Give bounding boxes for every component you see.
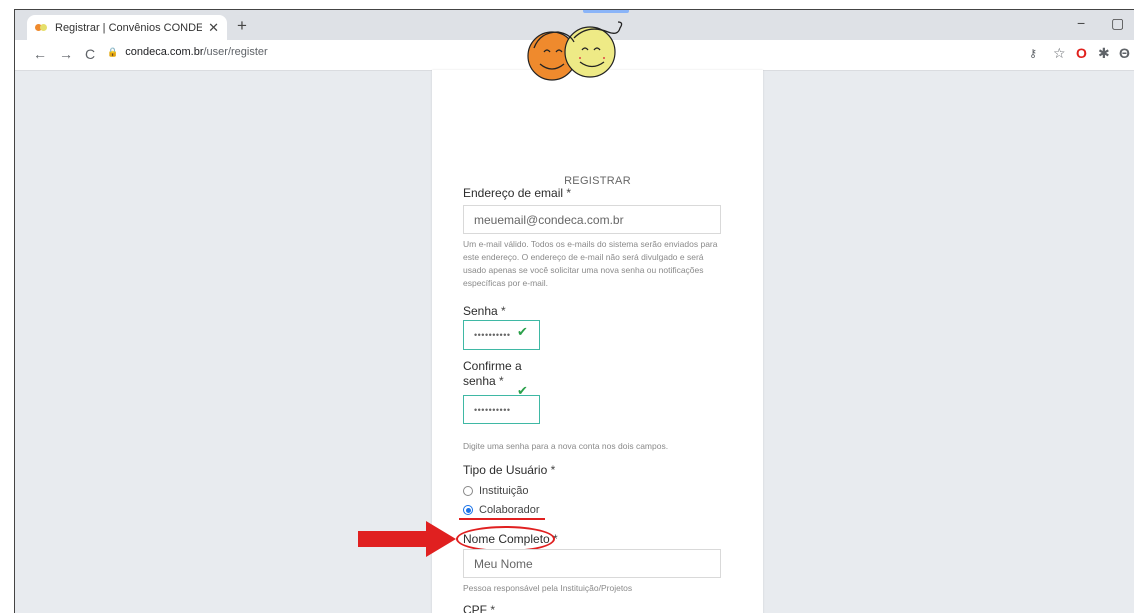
lock-icon: 🔒 (107, 46, 119, 57)
reload-icon[interactable]: C (85, 46, 95, 62)
radio-instituicao-button[interactable] (463, 486, 473, 496)
confirm-help-text: Digite uma senha para a nova conta nos d… (463, 441, 669, 451)
tab-search-indicator (583, 10, 629, 13)
condeca-favicon-icon (35, 23, 49, 33)
radio-colaborador-button[interactable] (463, 505, 473, 515)
email-help-text: Um e-mail válido. Todos os e-mails do si… (463, 239, 718, 288)
new-tab-button[interactable]: + (237, 17, 247, 35)
password-label: Senha * (463, 304, 506, 318)
password-valid-check-icon: ✔ (517, 324, 528, 339)
confirm-password-field[interactable]: •••••••••• (463, 395, 540, 424)
maximize-button[interactable]: ▢ (1111, 15, 1124, 32)
address-bar[interactable]: 🔒 condeca.com.br /user/register (107, 46, 268, 58)
password-field[interactable]: •••••••••• (463, 320, 540, 350)
back-arrow-icon[interactable]: ← (33, 46, 47, 62)
tab-close-icon[interactable]: ✕ (208, 20, 219, 36)
radio-instituicao-label: Instituição (479, 485, 529, 497)
email-field[interactable]: meuemail@condeca.com.br (463, 205, 721, 234)
cpf-label: CPF * (463, 603, 496, 613)
opera-extension-icon[interactable]: O (1076, 45, 1087, 61)
key-icon[interactable]: ⚷ (1029, 47, 1037, 60)
star-icon[interactable]: ☆ (1053, 45, 1066, 62)
confirm-password-label: Confirme a senha * (463, 359, 522, 388)
url-host: condeca.com.br (125, 46, 204, 58)
radio-colaborador-label: Colaborador (479, 504, 540, 516)
full-name-field[interactable]: Meu Nome (463, 549, 721, 578)
extensions-puzzle-icon[interactable]: ✱ (1098, 45, 1110, 62)
confirm-password-value: •••••••••• (474, 404, 511, 415)
full-name-help-text: Pessoa responsável pela Instituição/Proj… (463, 583, 633, 593)
password-value: •••••••••• (474, 330, 511, 340)
radio-instituicao[interactable]: Instituição (463, 485, 529, 497)
forward-arrow-icon[interactable]: → (59, 46, 73, 62)
annotation-underline (459, 518, 545, 520)
url-path: /user/register (203, 46, 268, 58)
email-label: Endereço de email * (463, 186, 572, 200)
minimize-button[interactable]: − (1077, 15, 1085, 31)
annotation-arrow-icon (358, 521, 456, 557)
browser-tab[interactable]: Registrar | Convênios CONDECA ✕ (27, 15, 227, 40)
user-type-label: Tipo de Usuário * (463, 463, 556, 477)
tab-title: Registrar | Convênios CONDECA (55, 21, 203, 34)
condeca-logo (527, 21, 623, 81)
radio-colaborador[interactable]: Colaborador (463, 504, 540, 516)
profile-avatar-icon[interactable]: Θ (1119, 45, 1130, 61)
